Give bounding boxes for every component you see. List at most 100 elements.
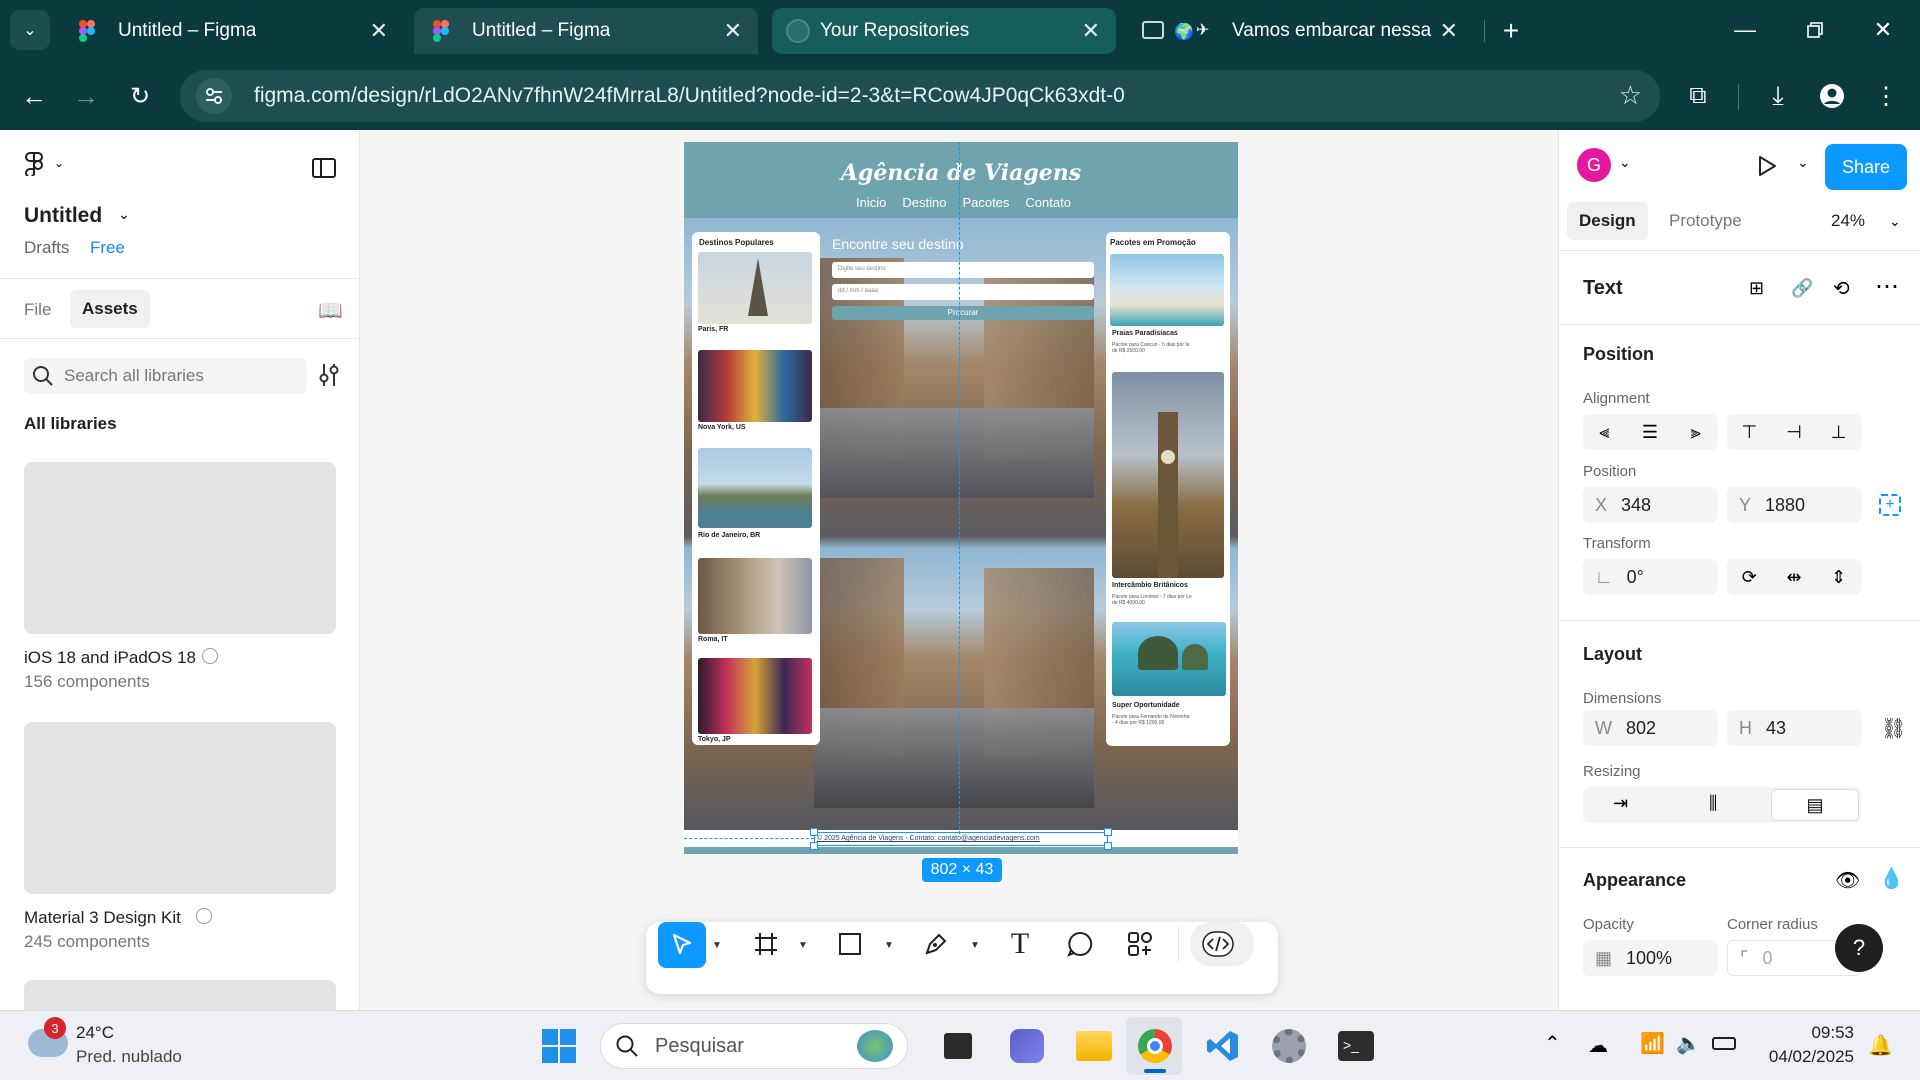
show-hidden-icons-icon[interactable]: ⌃ xyxy=(1544,1031,1561,1056)
wifi-icon[interactable]: 📶 xyxy=(1640,1031,1665,1056)
browser-tab-figma-2[interactable]: Untitled – Figma ✕ xyxy=(414,8,758,54)
nav-pacotes[interactable]: Pacotes xyxy=(962,195,1009,210)
grid-icon[interactable]: ⊞ xyxy=(1749,278,1764,299)
extensions-icon[interactable]: ⧉ xyxy=(1678,76,1718,116)
constraints-icon[interactable]: + xyxy=(1879,494,1901,516)
tab-design[interactable]: Design xyxy=(1567,202,1648,240)
rectangle-tool-icon[interactable] xyxy=(828,922,872,966)
beach-photo[interactable] xyxy=(1110,254,1224,326)
more-options-icon[interactable]: ⋯ xyxy=(1875,272,1899,301)
chevron-down-icon[interactable]: ▼ xyxy=(798,940,808,951)
bookmark-star-icon[interactable]: ☆ xyxy=(1619,80,1642,111)
clock-date[interactable]: 04/02/2025 xyxy=(1758,1047,1854,1067)
browser-tab-agencia[interactable]: 🌍 ✈ Vamos embarcar nessa jo ✕ xyxy=(1130,8,1474,54)
london-photo[interactable] xyxy=(1112,372,1224,578)
chevron-down-icon[interactable]: ▼ xyxy=(712,940,722,951)
move-tool-icon[interactable] xyxy=(658,922,706,968)
align-top-icon[interactable]: ⊤ xyxy=(1741,422,1757,443)
dev-mode-toggle-icon[interactable] xyxy=(1190,922,1254,966)
tab-file[interactable]: File xyxy=(24,300,51,320)
forward-icon[interactable]: → xyxy=(66,76,106,116)
figma-menu-icon[interactable]: ⌄ xyxy=(24,152,64,178)
new-york-photo[interactable] xyxy=(698,350,812,422)
website-frame[interactable]: Agência de Viagens Inicio Destino Pacote… xyxy=(684,142,1238,854)
promotions-card[interactable]: Pacotes em Promoção Praias Paradisíacas … xyxy=(1106,232,1230,746)
selection-handle[interactable] xyxy=(810,842,818,850)
auto-width-icon[interactable]: ⇥ xyxy=(1613,793,1628,814)
plan-badge[interactable]: Free xyxy=(90,238,125,258)
teams-icon[interactable] xyxy=(1010,1029,1044,1063)
terminal-icon[interactable]: >_ xyxy=(1338,1031,1374,1061)
taskbar-search-box[interactable]: Pesquisar xyxy=(600,1023,908,1069)
zoom-level[interactable]: 24% xyxy=(1831,211,1865,231)
library-book-icon[interactable]: 📖 xyxy=(318,298,343,323)
address-bar[interactable]: figma.com/design/rLdO2ANv7fhnW24fMrraL8/… xyxy=(180,70,1660,122)
minimize-icon[interactable]: — xyxy=(1720,12,1770,48)
file-name[interactable]: Untitled xyxy=(24,204,102,228)
windows-start-icon[interactable] xyxy=(542,1029,576,1063)
selection-handle[interactable] xyxy=(1104,842,1112,850)
x-position-field[interactable]: X 348 xyxy=(1583,487,1717,523)
search-submit-button[interactable]: Procurar xyxy=(832,306,1094,320)
component-icon[interactable]: ⟲ xyxy=(1833,276,1850,301)
chevron-down-icon[interactable]: ▼ xyxy=(884,940,894,951)
site-title[interactable]: Agência de Viagens xyxy=(684,160,1238,186)
tab-prototype[interactable]: Prototype xyxy=(1669,211,1742,231)
close-icon[interactable]: ✕ xyxy=(1082,18,1100,44)
link-icon[interactable]: 🔗 xyxy=(1791,278,1813,299)
rome-photo[interactable] xyxy=(698,558,812,634)
share-button[interactable]: Share xyxy=(1825,144,1907,190)
download-icon[interactable]: ⤓ xyxy=(1758,76,1798,116)
align-bottom-icon[interactable]: ⊥ xyxy=(1831,422,1847,443)
align-middle-icon[interactable]: ⊣ xyxy=(1786,422,1802,443)
weather-desc[interactable]: Pred. nublado xyxy=(76,1047,182,1067)
y-position-field[interactable]: Y 1880 xyxy=(1727,487,1861,523)
close-icon[interactable]: ✕ xyxy=(370,18,388,44)
browser-tab-github[interactable]: Your Repositories ✕ xyxy=(772,8,1116,54)
blend-mode-icon[interactable]: 💧 xyxy=(1879,866,1904,891)
pen-tool-icon[interactable] xyxy=(914,922,958,966)
paris-photo[interactable] xyxy=(698,252,812,324)
tokyo-photo[interactable] xyxy=(698,658,812,734)
rotate-90-icon[interactable]: ⟳ xyxy=(1742,567,1757,588)
chevron-down-icon[interactable]: ⌄ xyxy=(1889,213,1901,230)
align-right-icon[interactable]: ⫸ xyxy=(1691,422,1701,443)
opacity-field[interactable]: ▦ 100% xyxy=(1583,940,1717,976)
chrome-icon[interactable] xyxy=(1138,1029,1172,1063)
help-button[interactable]: ? xyxy=(1835,924,1883,972)
volume-icon[interactable]: 🔈 xyxy=(1676,1031,1701,1056)
width-field[interactable]: W 802 xyxy=(1583,710,1717,746)
frame-tool-icon[interactable] xyxy=(744,922,788,966)
search-heading[interactable]: Encontre seu destino xyxy=(832,236,964,252)
reload-icon[interactable]: ↻ xyxy=(120,76,160,116)
nav-contato[interactable]: Contato xyxy=(1025,195,1071,210)
library-name[interactable]: iOS 18 and iPadOS 18 xyxy=(24,648,196,668)
onedrive-icon[interactable]: ☁ xyxy=(1588,1033,1608,1058)
design-canvas[interactable]: Agência de Viagens Inicio Destino Pacote… xyxy=(360,130,1558,1010)
auto-height-icon[interactable]: ⫼ xyxy=(1709,793,1717,814)
battery-icon[interactable] xyxy=(1712,1037,1736,1050)
align-center-icon[interactable]: ☰ xyxy=(1642,422,1658,443)
date-input[interactable]: dd / mm / aaaa xyxy=(832,284,1094,300)
close-icon[interactable]: ✕ xyxy=(1440,18,1458,44)
profile-icon[interactable] xyxy=(1812,76,1852,116)
actions-tool-icon[interactable] xyxy=(1118,922,1162,966)
selected-footer-text[interactable]: © 2025 Agência de Viagens - Contato: con… xyxy=(814,832,1108,846)
align-left-icon[interactable]: ⫷ xyxy=(1599,422,1609,443)
back-icon[interactable]: ← xyxy=(14,76,54,116)
chevron-down-icon[interactable]: ⌄ xyxy=(1797,154,1809,171)
present-play-icon[interactable] xyxy=(1755,154,1779,183)
library-thumbnail[interactable] xyxy=(24,722,336,894)
library-thumbnail[interactable] xyxy=(24,980,336,1010)
filter-icon[interactable] xyxy=(318,362,340,393)
destination-input[interactable]: Digite seu destino xyxy=(832,262,1094,278)
rotation-field[interactable]: ∟ 0° xyxy=(1583,559,1717,595)
flip-vertical-icon[interactable]: ⇕ xyxy=(1831,567,1846,588)
nav-inicio[interactable]: Inicio xyxy=(856,195,886,210)
visibility-eye-icon[interactable]: 👁 xyxy=(1835,868,1860,893)
nav-destino[interactable]: Destino xyxy=(902,195,946,210)
chevron-down-icon[interactable]: ▼ xyxy=(970,940,980,951)
close-window-icon[interactable]: ✕ xyxy=(1858,12,1908,48)
height-field[interactable]: H 43 xyxy=(1727,710,1861,746)
notifications-bell-icon[interactable]: 🔔 xyxy=(1868,1033,1893,1058)
